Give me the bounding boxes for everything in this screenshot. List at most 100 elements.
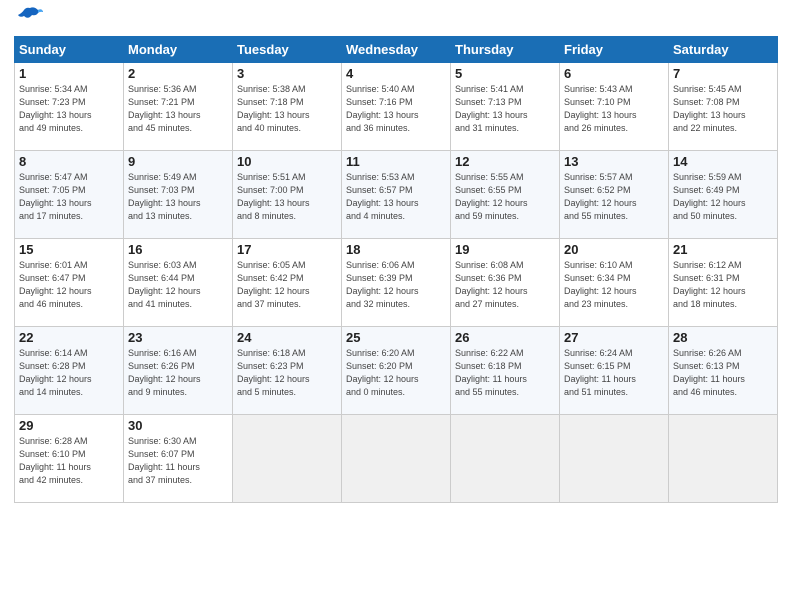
day-info: Sunrise: 6:06 AM Sunset: 6:39 PM Dayligh… [346,259,446,311]
calendar-header-row: SundayMondayTuesdayWednesdayThursdayFrid… [15,37,778,63]
calendar-table: SundayMondayTuesdayWednesdayThursdayFrid… [14,36,778,503]
day-info: Sunrise: 6:22 AM Sunset: 6:18 PM Dayligh… [455,347,555,399]
day-info: Sunrise: 6:08 AM Sunset: 6:36 PM Dayligh… [455,259,555,311]
logo-bird-icon [16,6,44,28]
day-number: 29 [19,418,119,433]
calendar-cell: 18Sunrise: 6:06 AM Sunset: 6:39 PM Dayli… [342,239,451,327]
day-info: Sunrise: 5:41 AM Sunset: 7:13 PM Dayligh… [455,83,555,135]
day-number: 13 [564,154,664,169]
day-number: 8 [19,154,119,169]
day-info: Sunrise: 5:59 AM Sunset: 6:49 PM Dayligh… [673,171,773,223]
day-info: Sunrise: 6:30 AM Sunset: 6:07 PM Dayligh… [128,435,228,487]
day-number: 3 [237,66,337,81]
day-info: Sunrise: 6:16 AM Sunset: 6:26 PM Dayligh… [128,347,228,399]
day-number: 9 [128,154,228,169]
day-number: 10 [237,154,337,169]
day-info: Sunrise: 6:14 AM Sunset: 6:28 PM Dayligh… [19,347,119,399]
day-number: 15 [19,242,119,257]
day-info: Sunrise: 5:38 AM Sunset: 7:18 PM Dayligh… [237,83,337,135]
day-info: Sunrise: 6:05 AM Sunset: 6:42 PM Dayligh… [237,259,337,311]
weekday-header-sunday: Sunday [15,37,124,63]
day-number: 19 [455,242,555,257]
day-number: 12 [455,154,555,169]
calendar-cell: 22 Sunrise: 6:14 AM Sunset: 6:28 PM Dayli… [15,327,124,415]
calendar-cell: 23 Sunrise: 6:16 AM Sunset: 6:26 PM Dayli… [124,327,233,415]
calendar-cell: 24 Sunrise: 6:18 AM Sunset: 6:23 PM Dayli… [233,327,342,415]
calendar-cell [669,415,778,503]
calendar-cell: 13Sunrise: 5:57 AM Sunset: 6:52 PM Dayli… [560,151,669,239]
calendar-cell: 6 Sunrise: 5:43 AM Sunset: 7:10 PM Daylig… [560,63,669,151]
day-info: Sunrise: 6:12 AM Sunset: 6:31 PM Dayligh… [673,259,773,311]
day-number: 6 [564,66,664,81]
calendar-week-row: 22 Sunrise: 6:14 AM Sunset: 6:28 PM Dayli… [15,327,778,415]
day-info: Sunrise: 5:55 AM Sunset: 6:55 PM Dayligh… [455,171,555,223]
day-info: Sunrise: 5:34 AM Sunset: 7:23 PM Dayligh… [19,83,119,135]
weekday-header-monday: Monday [124,37,233,63]
calendar-cell [560,415,669,503]
calendar-cell: 12 Sunrise: 5:55 AM Sunset: 6:55 PM Dayli… [451,151,560,239]
calendar-cell: 10 Sunrise: 5:51 AM Sunset: 7:00 PM Dayli… [233,151,342,239]
day-number: 4 [346,66,446,81]
day-number: 14 [673,154,773,169]
weekday-header-thursday: Thursday [451,37,560,63]
day-info: Sunrise: 6:28 AM Sunset: 6:10 PM Dayligh… [19,435,119,487]
calendar-cell [451,415,560,503]
calendar-cell: 7 Sunrise: 5:45 AM Sunset: 7:08 PM Daylig… [669,63,778,151]
calendar-cell: 28Sunrise: 6:26 AM Sunset: 6:13 PM Dayli… [669,327,778,415]
logo-area [14,10,44,28]
weekday-header-tuesday: Tuesday [233,37,342,63]
day-number: 26 [455,330,555,345]
weekday-header-saturday: Saturday [669,37,778,63]
day-number: 16 [128,242,228,257]
calendar-cell: 25Sunrise: 6:20 AM Sunset: 6:20 PM Dayli… [342,327,451,415]
calendar-cell [233,415,342,503]
calendar-week-row: 8 Sunrise: 5:47 AM Sunset: 7:05 PM Daylig… [15,151,778,239]
calendar-cell: 16 Sunrise: 6:03 AM Sunset: 6:44 PM Dayli… [124,239,233,327]
calendar-cell: 14 Sunrise: 5:59 AM Sunset: 6:49 PM Dayli… [669,151,778,239]
calendar-cell: 5 Sunrise: 5:41 AM Sunset: 7:13 PM Daylig… [451,63,560,151]
day-info: Sunrise: 6:01 AM Sunset: 6:47 PM Dayligh… [19,259,119,311]
day-number: 25 [346,330,446,345]
calendar-cell: 8 Sunrise: 5:47 AM Sunset: 7:05 PM Daylig… [15,151,124,239]
day-number: 23 [128,330,228,345]
calendar-cell: 19 Sunrise: 6:08 AM Sunset: 6:36 PM Dayli… [451,239,560,327]
weekday-header-wednesday: Wednesday [342,37,451,63]
day-info: Sunrise: 6:26 AM Sunset: 6:13 PM Dayligh… [673,347,773,399]
calendar-cell: 9 Sunrise: 5:49 AM Sunset: 7:03 PM Daylig… [124,151,233,239]
day-info: Sunrise: 5:45 AM Sunset: 7:08 PM Dayligh… [673,83,773,135]
calendar-week-row: 1 Sunrise: 5:34 AM Sunset: 7:23 PM Daylig… [15,63,778,151]
day-number: 17 [237,242,337,257]
day-number: 7 [673,66,773,81]
calendar-cell: 27Sunrise: 6:24 AM Sunset: 6:15 PM Dayli… [560,327,669,415]
calendar-cell: 26 Sunrise: 6:22 AM Sunset: 6:18 PM Dayli… [451,327,560,415]
calendar-week-row: 29 Sunrise: 6:28 AM Sunset: 6:10 PM Dayli… [15,415,778,503]
calendar-cell [342,415,451,503]
day-info: Sunrise: 5:51 AM Sunset: 7:00 PM Dayligh… [237,171,337,223]
day-number: 30 [128,418,228,433]
day-number: 22 [19,330,119,345]
day-number: 5 [455,66,555,81]
day-info: Sunrise: 5:47 AM Sunset: 7:05 PM Dayligh… [19,171,119,223]
day-info: Sunrise: 5:53 AM Sunset: 6:57 PM Dayligh… [346,171,446,223]
weekday-header-friday: Friday [560,37,669,63]
day-number: 27 [564,330,664,345]
calendar-cell: 3 Sunrise: 5:38 AM Sunset: 7:18 PM Daylig… [233,63,342,151]
calendar-week-row: 15 Sunrise: 6:01 AM Sunset: 6:47 PM Dayli… [15,239,778,327]
calendar-cell: 29 Sunrise: 6:28 AM Sunset: 6:10 PM Dayli… [15,415,124,503]
day-number: 24 [237,330,337,345]
calendar-cell: 30 Sunrise: 6:30 AM Sunset: 6:07 PM Dayli… [124,415,233,503]
calendar-cell: 2Sunrise: 5:36 AM Sunset: 7:21 PM Daylig… [124,63,233,151]
day-info: Sunrise: 6:18 AM Sunset: 6:23 PM Dayligh… [237,347,337,399]
calendar-cell: 20Sunrise: 6:10 AM Sunset: 6:34 PM Dayli… [560,239,669,327]
page: SundayMondayTuesdayWednesdayThursdayFrid… [0,0,792,612]
day-info: Sunrise: 6:10 AM Sunset: 6:34 PM Dayligh… [564,259,664,311]
day-info: Sunrise: 5:43 AM Sunset: 7:10 PM Dayligh… [564,83,664,135]
day-info: Sunrise: 5:49 AM Sunset: 7:03 PM Dayligh… [128,171,228,223]
day-info: Sunrise: 6:03 AM Sunset: 6:44 PM Dayligh… [128,259,228,311]
calendar-cell: 21 Sunrise: 6:12 AM Sunset: 6:31 PM Dayli… [669,239,778,327]
day-number: 1 [19,66,119,81]
logo-wrapper [14,10,44,28]
header [14,10,778,28]
day-number: 21 [673,242,773,257]
day-info: Sunrise: 5:36 AM Sunset: 7:21 PM Dayligh… [128,83,228,135]
